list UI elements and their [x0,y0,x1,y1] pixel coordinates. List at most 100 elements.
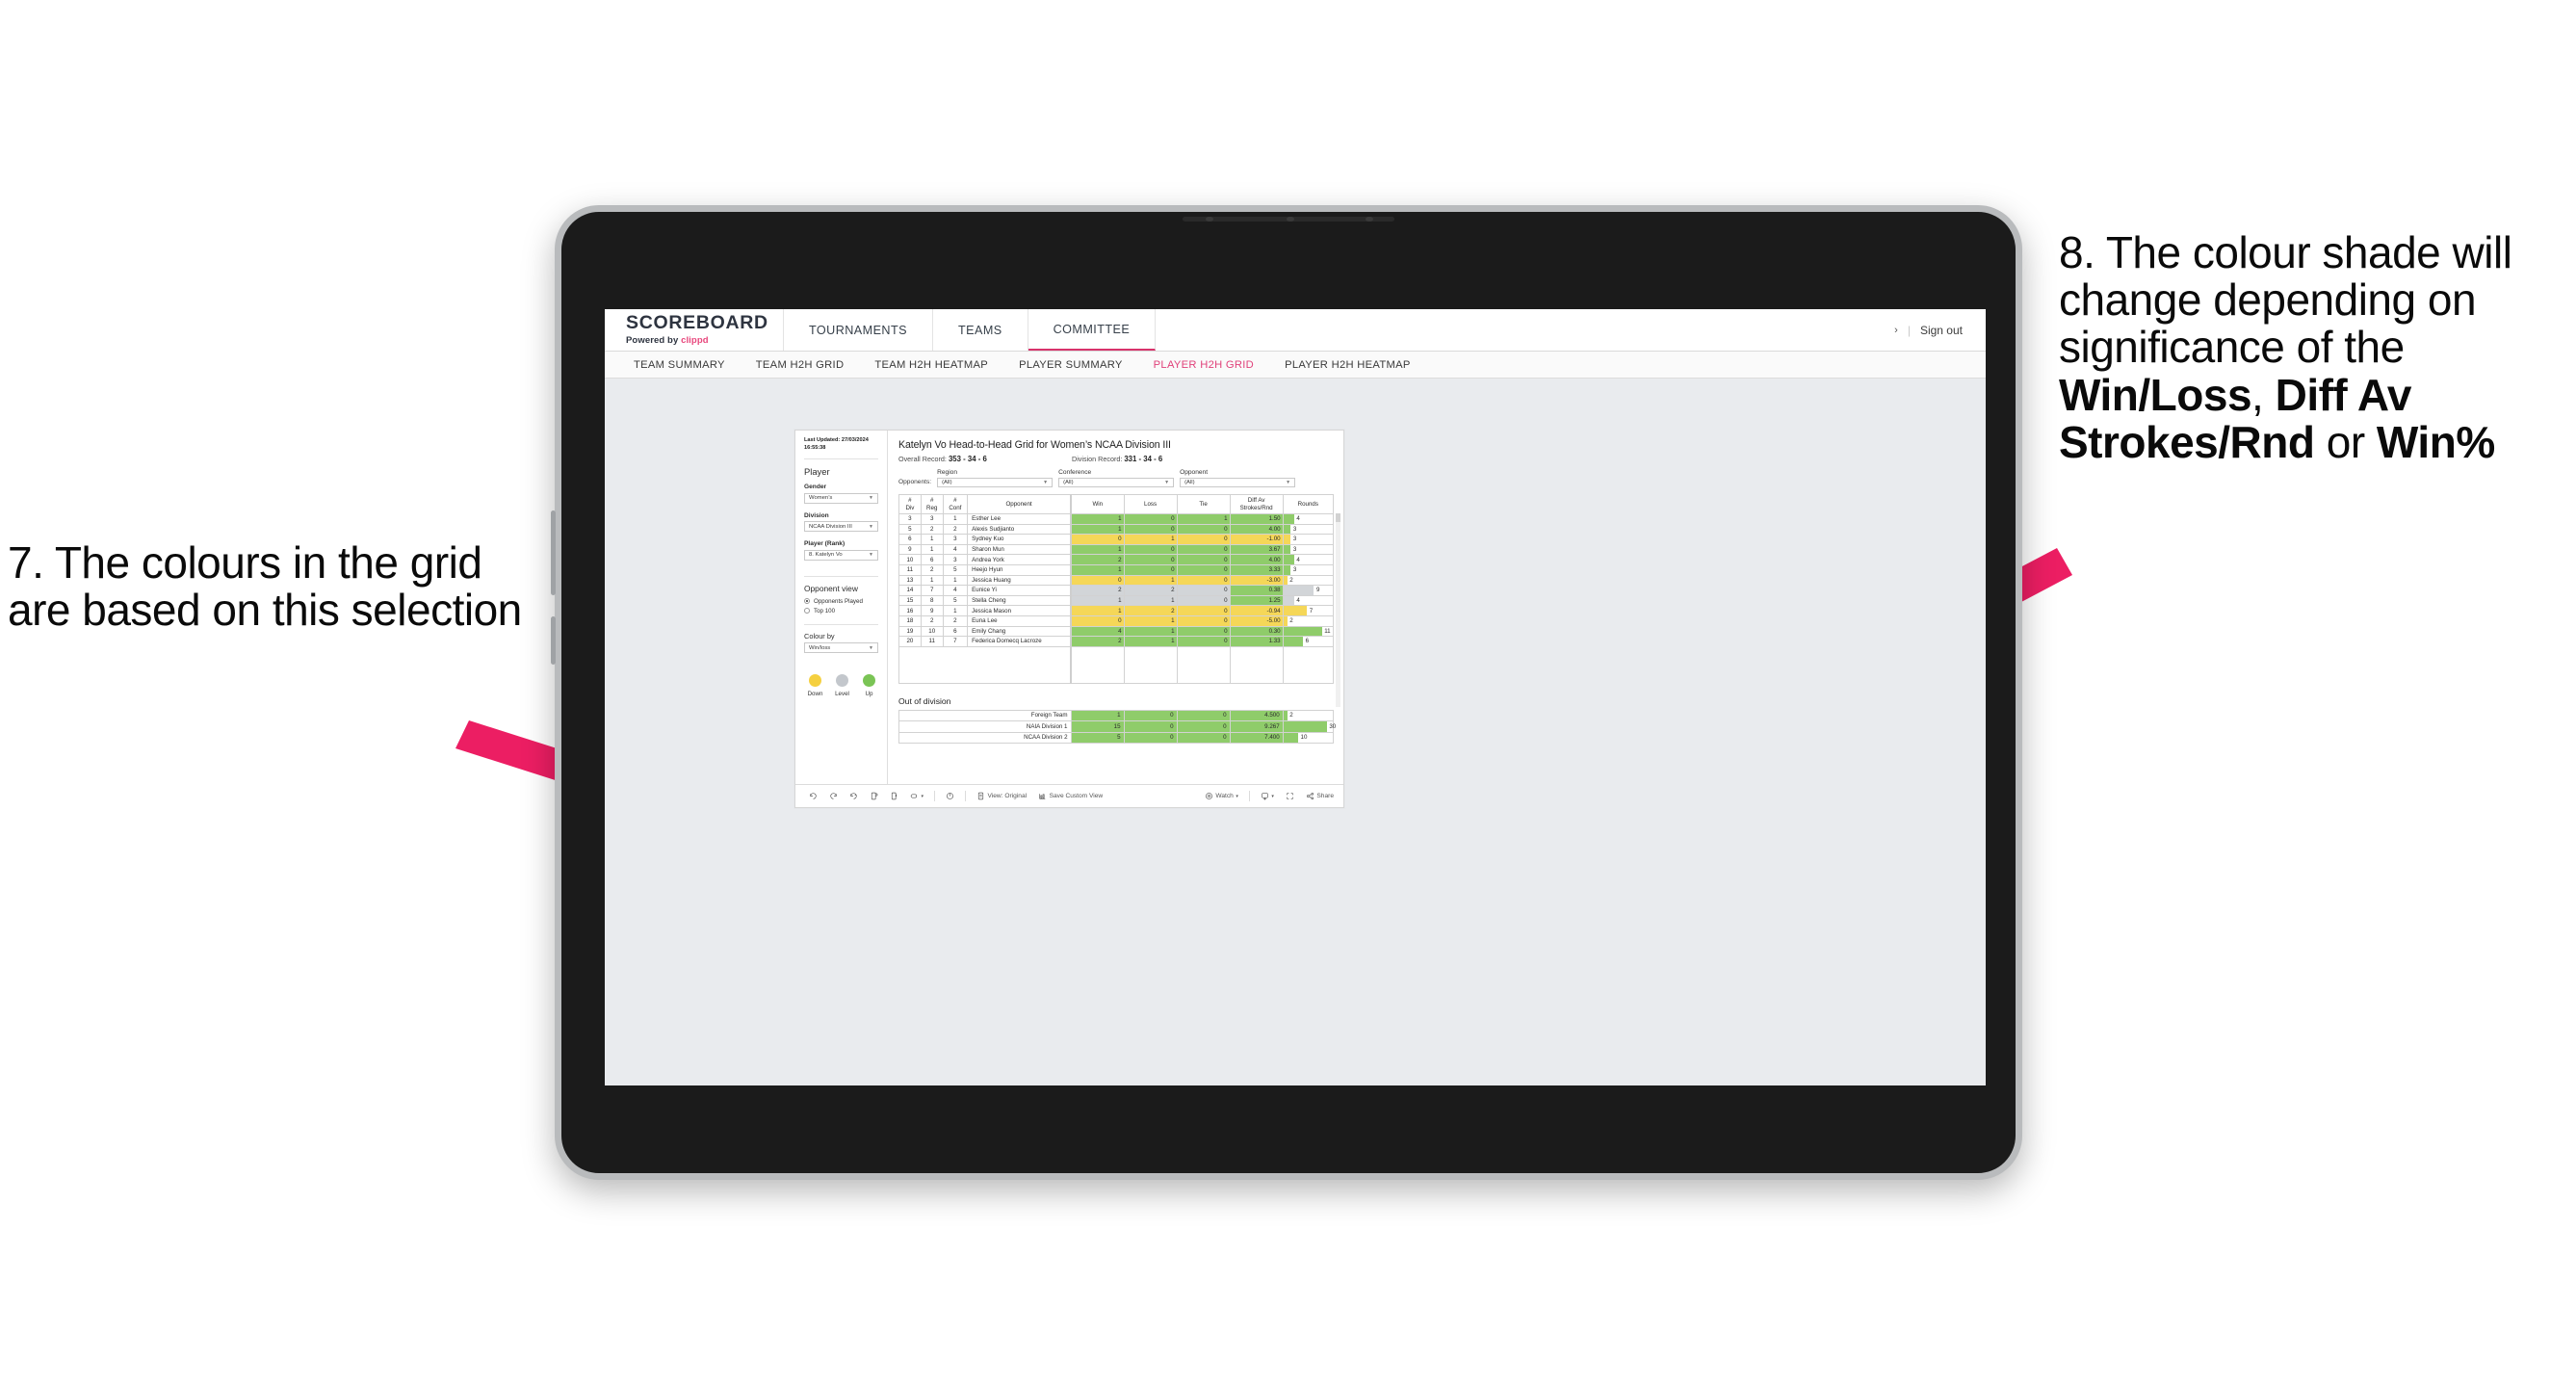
highlight-icon[interactable]: ▾ [904,792,929,800]
cell-reg: 3 [920,513,944,525]
table-row[interactable]: 3 3 1 Esther Lee 1 0 1 1.50 4 [898,513,1335,525]
cell-reg: 1 [920,574,944,587]
grid-scrollbar-track[interactable] [1336,513,1340,707]
sign-out-link[interactable]: Sign out [1920,324,1963,337]
table-row[interactable]: 6 1 3 Sydney Kuo 0 1 0 -1.00 3 [898,534,1335,545]
cell-diff-av-strokes: 1.33 [1229,636,1284,647]
cell-group-label: NCAA Division 2 [898,731,1072,744]
radio-top-100[interactable]: Top 100 [804,608,878,615]
label-player-rank: Player (Rank) [804,540,846,548]
view-original-button[interactable]: View: Original [971,792,1032,800]
revert-icon[interactable] [844,792,864,800]
pause-refresh-icon[interactable] [884,792,904,800]
table-row[interactable]: 19 10 6 Emily Chang 4 1 0 0.30 11 [898,625,1335,638]
table-row[interactable]: 13 1 1 Jessica Huang 0 1 0 -3.00 2 [898,574,1335,587]
cell-diff-av-strokes: 4.00 [1229,554,1284,565]
nav-item-committee[interactable]: COMMITTEE [1028,309,1157,351]
filter-conference: Conference (All) ▼ [1058,469,1175,487]
cell-rounds: 9 [1282,585,1335,596]
tab-player-h2h-grid[interactable]: PLAYER H2H GRID [1138,359,1269,371]
cell-win: 1 [1069,523,1125,536]
filter-conference-select[interactable]: (All) ▼ [1058,477,1175,487]
tablet-device-frame: SCOREBOARD Powered by clippd TOURNAMENTS… [551,205,2022,1180]
cell-tie: 0 [1176,605,1231,616]
cell-win: 1 [1069,543,1125,556]
out-of-division-table: Foreign Team 1 0 0 4.500 2 NAIA Division 1 15 0 0… [898,709,1336,744]
cell-opponent: Sydney Kuo [967,534,1072,545]
save-custom-view-label: Save Custom View [1049,793,1104,799]
redo-icon[interactable] [823,792,844,800]
refresh-icon[interactable] [864,792,884,800]
cell-win: 0 [1069,574,1125,587]
cell-reg: 2 [920,563,944,576]
table-row[interactable]: 9 1 4 Sharon Mun 1 0 0 3.67 3 [898,543,1335,556]
col-reg-line2: Reg [926,504,938,511]
tab-player-summary[interactable]: PLAYER SUMMARY [1003,359,1138,371]
cell-conf: 1 [942,605,969,616]
select-division[interactable]: NCAA Division III ▼ [804,521,878,533]
nav-item-tournaments[interactable]: TOURNAMENTS [784,309,933,351]
legend-item-up: Up [860,674,878,697]
chevron-down-icon: ▼ [869,495,873,502]
cell-group-label: Foreign Team [898,709,1072,722]
table-row[interactable]: 10 6 3 Andrea York 2 0 0 4.00 4 [898,554,1335,565]
sidebar-section-title-player: Player [804,466,830,478]
annotation-8-sep2: or [2314,416,2377,467]
table-row[interactable]: 18 2 2 Euna Lee 0 1 0 -5.00 2 [898,615,1335,627]
download-icon[interactable]: ▾ [1255,792,1280,800]
cell-opponent: Sharon Mun [967,543,1072,556]
table-row[interactable]: 20 11 7 Federica Domecq Lacroze 2 1 0 1.33 6 [898,636,1335,647]
annotation-8: 8. The colour shade will change dependin… [2059,228,2576,467]
cell-loss: 0 [1123,513,1178,525]
cell-loss: 0 [1123,543,1178,556]
table-row[interactable]: 11 2 5 Heejo Hyun 1 0 0 3.33 3 [898,563,1335,576]
cell-tie: 0 [1176,731,1231,744]
cell-conf: 1 [942,513,969,525]
save-custom-view-button[interactable]: Save Custom View [1032,792,1108,800]
table-row[interactable]: 5 2 2 Alexis Sudjianto 1 0 0 4.00 3 [898,523,1335,536]
tab-player-h2h-heatmap[interactable]: PLAYER H2H HEATMAP [1269,359,1426,371]
cell-tie: 0 [1176,534,1231,545]
cell-loss: 0 [1123,709,1178,722]
tab-team-summary[interactable]: TEAM SUMMARY [618,359,741,371]
tab-team-h2h-heatmap[interactable]: TEAM H2H HEATMAP [859,359,1003,371]
cell-diff-av-strokes: 3.67 [1229,543,1284,556]
tab-team-h2h-grid[interactable]: TEAM H2H GRID [741,359,860,371]
cell-conf: 2 [942,523,969,536]
cell-diff-av-strokes: -0.94 [1229,605,1284,616]
brand-subtitle: Powered by clippd [626,335,783,346]
table-row[interactable]: NAIA Division 1 15 0 0 9.267 30 [898,720,1336,733]
cell-conf: 6 [942,625,969,638]
filter-opponent-select[interactable]: (All) ▼ [1180,477,1296,487]
cell-tie: 0 [1176,543,1231,556]
cell-opponent: Jessica Mason [967,605,1072,616]
share-button[interactable]: Share [1300,792,1343,800]
table-row[interactable]: Foreign Team 1 0 0 4.500 2 [898,709,1335,722]
brand-logo[interactable]: SCOREBOARD Powered by clippd [605,309,784,351]
table-row[interactable]: 14 7 4 Eunice Yi 2 2 0 0.38 9 [898,585,1335,596]
table-row[interactable]: 16 9 1 Jessica Mason 1 2 0 -0.94 7 [898,605,1335,616]
grid-scrollbar-thumb[interactable] [1336,513,1340,522]
cell-diff-av-strokes: 4.00 [1229,523,1284,536]
select-colour-by[interactable]: Win/loss ▼ [804,642,878,654]
legend-label-down: Down [807,691,823,698]
cell-div: 11 [898,563,922,576]
select-player-rank[interactable]: 8. Katelyn Vo ▼ [804,549,878,561]
col-div-line2: Div [905,504,915,511]
pause-auto-update-icon[interactable] [940,792,960,800]
nav-item-teams[interactable]: TEAMS [933,309,1028,351]
watch-button[interactable]: Watch ▾ [1199,792,1244,800]
cell-div: 15 [898,594,922,607]
table-row[interactable]: NCAA Division 2 5 0 0 7.400 10 [898,731,1335,744]
cell-opponent: Heejo Hyun [967,563,1072,576]
undo-icon[interactable] [803,792,823,800]
filter-region-select[interactable]: (All) ▼ [937,477,1054,487]
select-gender[interactable]: Women’s ▼ [804,492,878,504]
col-diff-av-strokes: Diff Av Strokes/Rnd [1229,494,1284,514]
chevron-right-icon[interactable]: › [1894,325,1898,336]
fullscreen-icon[interactable] [1280,792,1300,800]
col-conf: # Conf [942,494,969,514]
table-row[interactable]: 15 8 5 Stella Cheng 1 1 0 1.25 4 [898,594,1335,607]
radio-opponents-played[interactable]: Opponents Played [804,598,878,605]
cell-group-label: NAIA Division 1 [898,720,1072,733]
